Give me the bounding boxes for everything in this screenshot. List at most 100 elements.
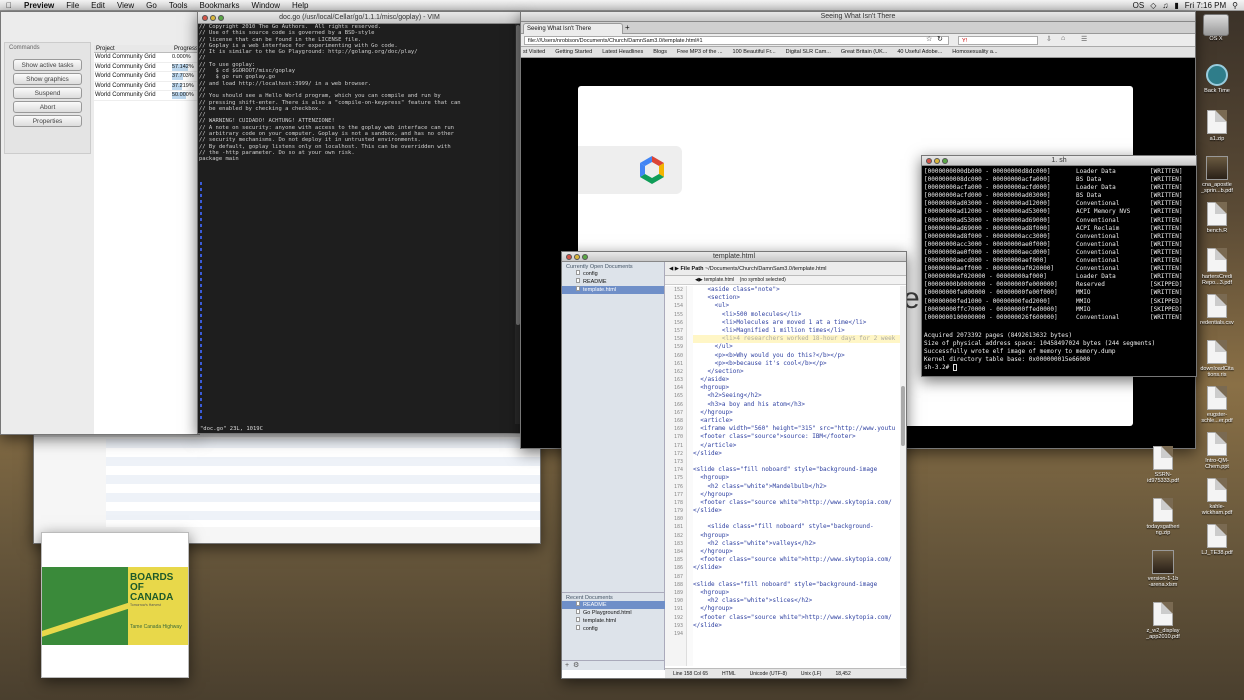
search-field[interactable]: Y! — [958, 36, 1038, 45]
spotlight-icon[interactable]: ⚲ — [1232, 1, 1238, 10]
desktop-drive[interactable]: OS X — [1196, 14, 1236, 42]
recent-doc-item[interactable]: README — [562, 601, 665, 609]
bookmark-star-icon[interactable]: ☆ — [926, 35, 932, 43]
status-item[interactable]: Unicode (UTF-8) — [750, 669, 787, 678]
recent-doc-item[interactable]: template.html — [562, 617, 665, 625]
bookmark-item[interactable]: Digital SLR Cam... — [786, 47, 831, 57]
menu-file[interactable]: File — [60, 1, 85, 10]
desktop-file-icon[interactable]: a1.zip — [1194, 110, 1240, 154]
open-doc-item[interactable]: config — [562, 270, 664, 278]
status-item[interactable]: Unix (LF) — [801, 669, 822, 678]
nav-forward-icon[interactable]: ▶ — [675, 266, 679, 272]
desktop-file-icon[interactable]: Intro-QM- Chem.ppt — [1194, 432, 1240, 476]
bookmark-item[interactable]: Great Britain (UK... — [841, 47, 887, 57]
suspend-button[interactable]: Suspend — [13, 87, 82, 99]
home-icon[interactable]: ⌂ — [1061, 35, 1065, 42]
table-row[interactable]: World Community Grid 0.000% — [94, 53, 199, 63]
code-line: </ul> — [693, 343, 733, 351]
table-row[interactable]: World Community Grid 57.142% — [94, 63, 199, 72]
menu-tools[interactable]: Tools — [163, 1, 194, 10]
bookmark-item[interactable]: Homosexuality a... — [952, 47, 997, 57]
terminal-close-button[interactable] — [926, 158, 932, 164]
menubar-clock[interactable]: Fri 7:16 PM — [1185, 1, 1226, 10]
reload-icon[interactable]: ↻ — [937, 35, 943, 43]
file-subtab[interactable]: template.html — [704, 277, 734, 283]
menu-view[interactable]: View — [111, 1, 140, 10]
url-field[interactable]: file:///Users/nrobison/Documents/Church/… — [524, 36, 949, 45]
os-status[interactable]: OS — [1133, 1, 1145, 10]
desktop-file-icon[interactable]: SSRN- id975333.pdf — [1140, 446, 1186, 496]
vim-buffer[interactable]: // Copyright 2010 The Go Authors. All ri… — [199, 24, 515, 424]
desktop-file-icon[interactable]: Back Time — [1194, 64, 1240, 108]
terminal-zoom-button[interactable] — [942, 158, 948, 164]
table-row[interactable]: World Community Grid 37.703% — [94, 72, 199, 82]
file-path[interactable]: ~/Documents/Church/DamnSam3.0/template.h… — [705, 266, 827, 272]
recent-doc-item[interactable]: Go Playground.html — [562, 609, 665, 617]
bookmark-item[interactable]: Getting Started — [555, 47, 592, 57]
image-file-icon — [1206, 156, 1228, 180]
recent-doc-item[interactable]: config — [562, 625, 665, 633]
toolbar-menu-icon[interactable]: ☰ — [1081, 35, 1087, 43]
desktop-file-icon[interactable]: cna_apostle _sprin...b.pdf — [1194, 156, 1240, 200]
properties-button[interactable]: Properties — [13, 115, 82, 127]
apple-menu-icon[interactable]:  — [0, 1, 18, 10]
status-item[interactable]: 18,452 — [835, 669, 850, 678]
desktop-file-icon[interactable]: bench.R — [1194, 202, 1240, 246]
show-graphics-button[interactable]: Show graphics — [13, 73, 82, 85]
bookmark-item[interactable]: Free MP3 of the ... — [677, 47, 723, 57]
sidebar-add-button[interactable]: + ⚙ — [562, 660, 665, 670]
open-doc-item[interactable]: template.html — [562, 286, 664, 294]
desktop-file-icon[interactable]: downloadCita tions.ris — [1194, 340, 1240, 384]
editor-zoom-button[interactable] — [582, 254, 588, 260]
zoom-button[interactable] — [218, 15, 224, 21]
bookmark-item[interactable]: 40 Useful Adobe... — [897, 47, 942, 57]
desktop-file-icon[interactable]: kahle- wickham.pdf — [1194, 478, 1240, 522]
volume-icon[interactable]: ♫ — [1162, 1, 1168, 10]
menu-go[interactable]: Go — [140, 1, 163, 10]
battery-icon[interactable]: ▮ — [1174, 1, 1178, 10]
terminal-minimize-button[interactable] — [934, 158, 940, 164]
desktop-file-icon[interactable]: eugster- schle...er.pdf — [1194, 386, 1240, 430]
open-doc-item[interactable]: README — [562, 278, 664, 286]
editor-scrollbar[interactable] — [900, 286, 906, 666]
minimize-button[interactable] — [210, 15, 216, 21]
show-active-tasks-button[interactable]: Show active tasks — [13, 59, 82, 71]
desktop-file-icon[interactable]: LJ_TE38.pdf — [1194, 524, 1240, 568]
text-editor-window: template.html Currently Open Documents c… — [561, 251, 907, 679]
desktop-file-icon[interactable]: version-1-1b -arena.xlsm — [1140, 550, 1186, 600]
memory-range: [00000000fe000000 - 00000000fe00f000] — [924, 289, 1058, 297]
terminal-output[interactable]: [0000000000db000 - 00000000d8dc000] Loade… — [924, 168, 1194, 322]
new-tab-button[interactable]: + — [625, 24, 630, 32]
desktop-file-icon[interactable]: hartersCredi Repo...3.pdf — [1194, 248, 1240, 292]
editor-minimize-button[interactable] — [574, 254, 580, 260]
table-row[interactable]: World Community Grid 50.000% — [94, 91, 199, 101]
desktop-file-icon[interactable]: redentials.csv — [1194, 294, 1240, 338]
abort-button[interactable]: Abort — [13, 101, 82, 113]
code-editor[interactable]: <aside class="note"> <section> <ul> <li>… — [693, 286, 899, 666]
status-item[interactable]: Line 158 Col 65 — [673, 669, 708, 678]
header-project[interactable]: Project — [94, 45, 172, 52]
close-button[interactable] — [202, 15, 208, 21]
table-row[interactable]: World Community Grid 37.219% — [94, 82, 199, 91]
nav-menu-icon[interactable]: ◀▶ — [695, 277, 703, 283]
menu-edit[interactable]: Edit — [85, 1, 111, 10]
downloads-icon[interactable]: ⇩ — [1046, 35, 1052, 43]
header-progress[interactable]: Progress — [172, 45, 198, 52]
desktop-file-icon[interactable]: todaysgatheri ng.zip — [1140, 498, 1186, 548]
wifi-icon[interactable]: ◇ — [1150, 1, 1156, 10]
bookmark-item[interactable]: Latest Headlines — [602, 47, 643, 57]
desktop-file-icon[interactable]: z_w2_display _app2010.pdf — [1140, 602, 1186, 652]
bookmark-item[interactable]: Blogs — [653, 47, 667, 57]
menu-window[interactable]: Window — [246, 1, 286, 10]
nav-back-icon[interactable]: ◀ — [669, 266, 673, 272]
tab-seeing-what-isnt-there[interactable]: Seeing What Isn't There — [523, 23, 623, 34]
menu-preview[interactable]: Preview — [18, 1, 60, 10]
bookmark-item[interactable]: st Visited — [523, 47, 545, 57]
bookmark-item[interactable]: 100 Beautiful Fr... — [733, 47, 776, 57]
editor-close-button[interactable] — [566, 254, 572, 260]
menu-help[interactable]: Help — [286, 1, 314, 10]
symbol-popup[interactable]: (no symbol selected) — [740, 277, 786, 283]
menu-bookmarks[interactable]: Bookmarks — [194, 1, 246, 10]
desktop-file-label: eugster- schle...er.pdf — [1201, 412, 1233, 424]
status-item[interactable]: HTML — [722, 669, 736, 678]
